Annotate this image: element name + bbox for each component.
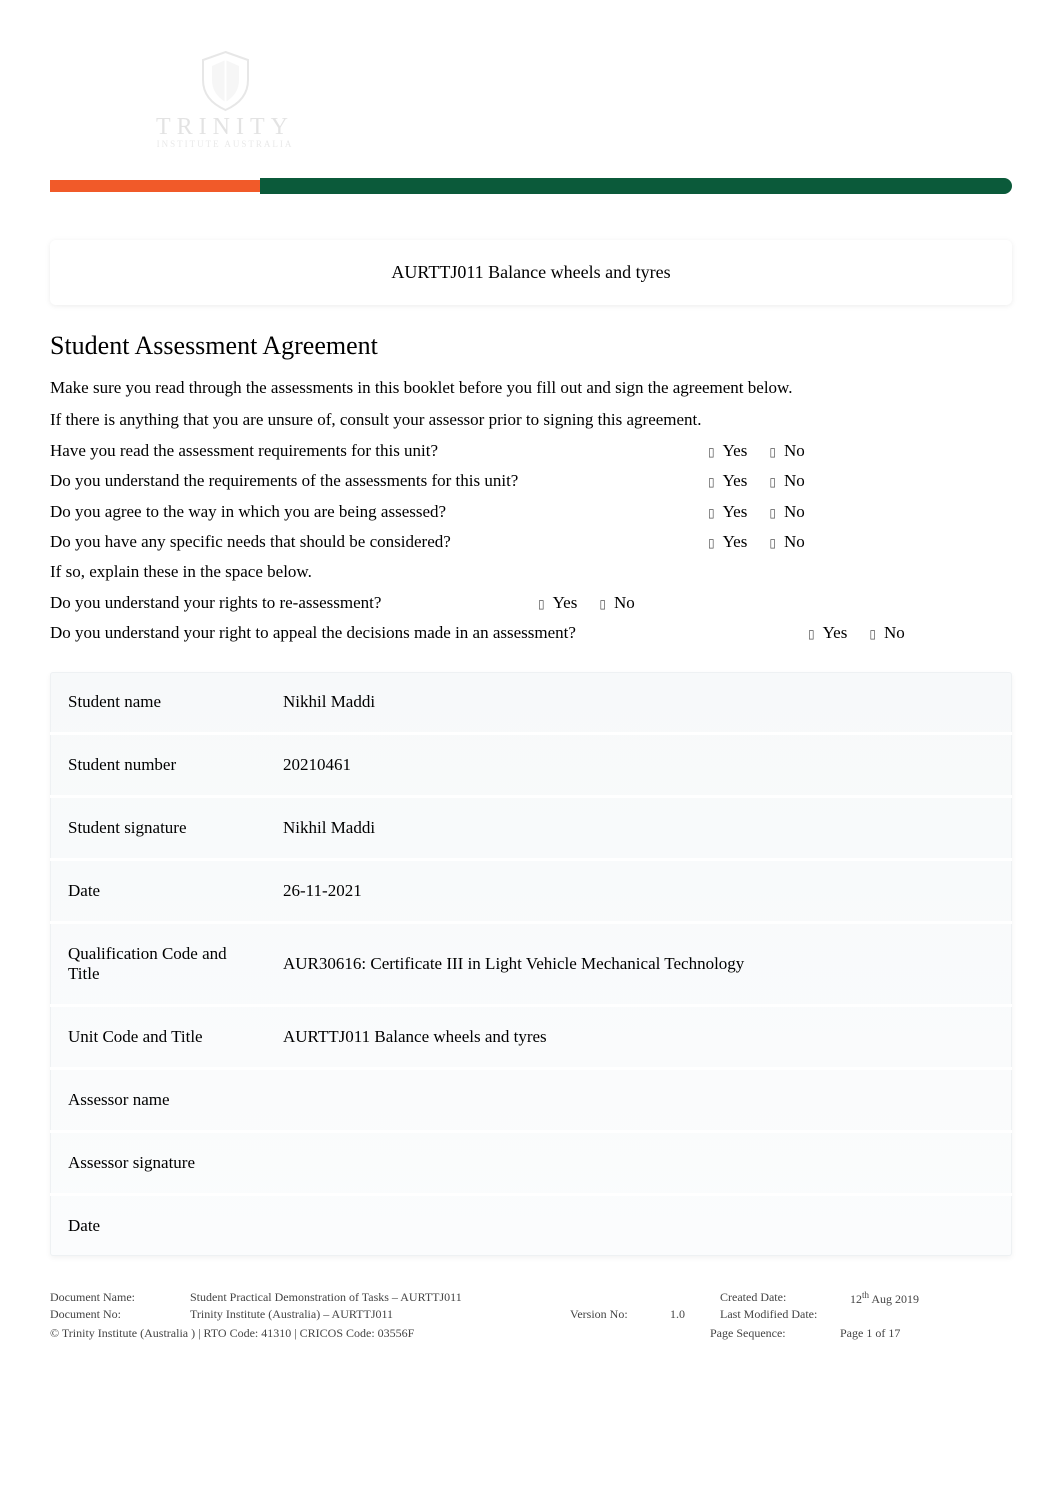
checkbox-icon: ▯ (769, 443, 776, 462)
letterhead: TRINITY INSTITUTE AUSTRALIA (50, 50, 1012, 210)
question-row: Have you read the assessment requirement… (50, 438, 1012, 464)
field-label: Unit Code and Title (50, 1006, 265, 1069)
field-label: Date (50, 1195, 265, 1257)
field-value[interactable]: Nikhil Maddi (265, 672, 1012, 734)
field-value[interactable]: Nikhil Maddi (265, 797, 1012, 860)
footer-doc-name-value: Student Practical Demonstration of Tasks… (190, 1290, 560, 1307)
checkbox-icon: ▯ (808, 625, 815, 644)
checkbox-icon: ▯ (538, 595, 545, 614)
field-value[interactable] (265, 1195, 1012, 1257)
question-row: Do you have any specific needs that shou… (50, 529, 1012, 555)
questions-block: Have you read the assessment requirement… (50, 438, 1012, 646)
question-text: Do you understand the requirements of th… (50, 468, 690, 494)
field-label: Assessor signature (50, 1132, 265, 1195)
section-heading: Student Assessment Agreement (50, 331, 1012, 361)
question-row: Do you agree to the way in which you are… (50, 499, 1012, 525)
field-label: Student name (50, 672, 265, 734)
table-row: Assessor name (50, 1069, 1012, 1132)
checkbox-icon: ▯ (769, 473, 776, 492)
checkbox-yes[interactable]: ▯Yes (708, 499, 747, 525)
table-row: Student signature Nikhil Maddi (50, 797, 1012, 860)
footer-modified-label: Last Modified Date: (720, 1307, 840, 1322)
table-row: Date (50, 1195, 1012, 1257)
checkbox-icon: ▯ (769, 504, 776, 523)
footer-page-seq-label: Page Sequence: (710, 1326, 830, 1341)
field-label: Student signature (50, 797, 265, 860)
unit-title: AURTTJ011 Balance wheels and tyres (391, 262, 670, 282)
table-row: Student number 20210461 (50, 734, 1012, 797)
footer-doc-no-value: Trinity Institute (Australia) – AURTTJ01… (190, 1307, 560, 1322)
footer-page-seq-value: Page 1 of 17 (840, 1326, 900, 1341)
checkbox-yes[interactable]: ▯Yes (708, 468, 747, 494)
checkbox-no[interactable]: ▯No (769, 499, 804, 525)
logo-shield-icon (198, 50, 253, 112)
checkbox-no[interactable]: ▯No (869, 620, 904, 646)
checkbox-no[interactable]: ▯No (769, 438, 804, 464)
checkbox-icon: ▯ (708, 473, 715, 492)
checkbox-yes[interactable]: ▯Yes (538, 590, 577, 616)
field-label: Assessor name (50, 1069, 265, 1132)
question-row-appeal: Do you understand your right to appeal t… (50, 620, 1012, 646)
table-row: Date 26-11-2021 (50, 860, 1012, 923)
checkbox-no[interactable]: ▯No (599, 590, 634, 616)
intro-line-1: Make sure you read through the assessmen… (50, 375, 1012, 401)
question-text: Do you understand your rights to re-asse… (50, 590, 520, 616)
question-text: Have you read the assessment requirement… (50, 438, 690, 464)
field-value[interactable] (265, 1132, 1012, 1195)
logo-wordmark: TRINITY (156, 114, 294, 141)
page-footer: Document Name: Student Practical Demonst… (50, 1290, 1012, 1341)
question-text: Do you understand your right to appeal t… (50, 620, 790, 646)
table-row: Assessor signature (50, 1132, 1012, 1195)
checkbox-yes[interactable]: ▯Yes (708, 438, 747, 464)
checkbox-icon: ▯ (599, 595, 606, 614)
explain-line: If so, explain these in the space below. (50, 559, 1012, 585)
question-row: Do you understand the requirements of th… (50, 468, 1012, 494)
footer-created-value: 12th Aug 2019 (850, 1290, 1012, 1307)
checkbox-no[interactable]: ▯No (769, 468, 804, 494)
question-text: Do you have any specific needs that shou… (50, 529, 690, 555)
footer-copyright: © Trinity Institute (Australia ) | RTO C… (50, 1326, 700, 1341)
checkbox-icon: ▯ (708, 504, 715, 523)
checkbox-no[interactable]: ▯No (769, 529, 804, 555)
checkbox-yes[interactable]: ▯Yes (708, 529, 747, 555)
field-value[interactable]: 20210461 (265, 734, 1012, 797)
intro-line-2: If there is anything that you are unsure… (50, 407, 1012, 433)
footer-doc-name-label: Document Name: (50, 1290, 180, 1307)
footer-modified-value (850, 1307, 1012, 1322)
agreement-form-table: Student name Nikhil Maddi Student number… (50, 672, 1012, 1256)
field-value[interactable] (265, 1069, 1012, 1132)
question-text: Do you agree to the way in which you are… (50, 499, 690, 525)
footer-version-label: Version No: (570, 1307, 660, 1322)
footer-doc-no-label: Document No: (50, 1307, 180, 1322)
intro-block: Make sure you read through the assessmen… (50, 375, 1012, 432)
logo: TRINITY INSTITUTE AUSTRALIA (140, 50, 310, 149)
question-row-reassessment: Do you understand your rights to re-asse… (50, 590, 1012, 616)
logo-subtext: INSTITUTE AUSTRALIA (157, 139, 294, 149)
field-label: Qualification Code and Title (50, 923, 265, 1006)
checkbox-icon: ▯ (769, 534, 776, 553)
field-value[interactable]: AUR30616: Certificate III in Light Vehic… (265, 923, 1012, 1006)
table-row: Student name Nikhil Maddi (50, 672, 1012, 734)
unit-title-card: AURTTJ011 Balance wheels and tyres (50, 240, 1012, 305)
table-row: Unit Code and Title AURTTJ011 Balance wh… (50, 1006, 1012, 1069)
footer-version-value: 1.0 (670, 1307, 710, 1322)
checkbox-icon: ▯ (708, 443, 715, 462)
checkbox-icon: ▯ (869, 625, 876, 644)
checkbox-yes[interactable]: ▯Yes (808, 620, 847, 646)
footer-created-label: Created Date: (720, 1290, 840, 1307)
field-label: Date (50, 860, 265, 923)
table-row: Qualification Code and Title AUR30616: C… (50, 923, 1012, 1006)
field-label: Student number (50, 734, 265, 797)
checkbox-icon: ▯ (708, 534, 715, 553)
brand-stripe (50, 178, 1012, 194)
field-value[interactable]: 26-11-2021 (265, 860, 1012, 923)
field-value[interactable]: AURTTJ011 Balance wheels and tyres (265, 1006, 1012, 1069)
